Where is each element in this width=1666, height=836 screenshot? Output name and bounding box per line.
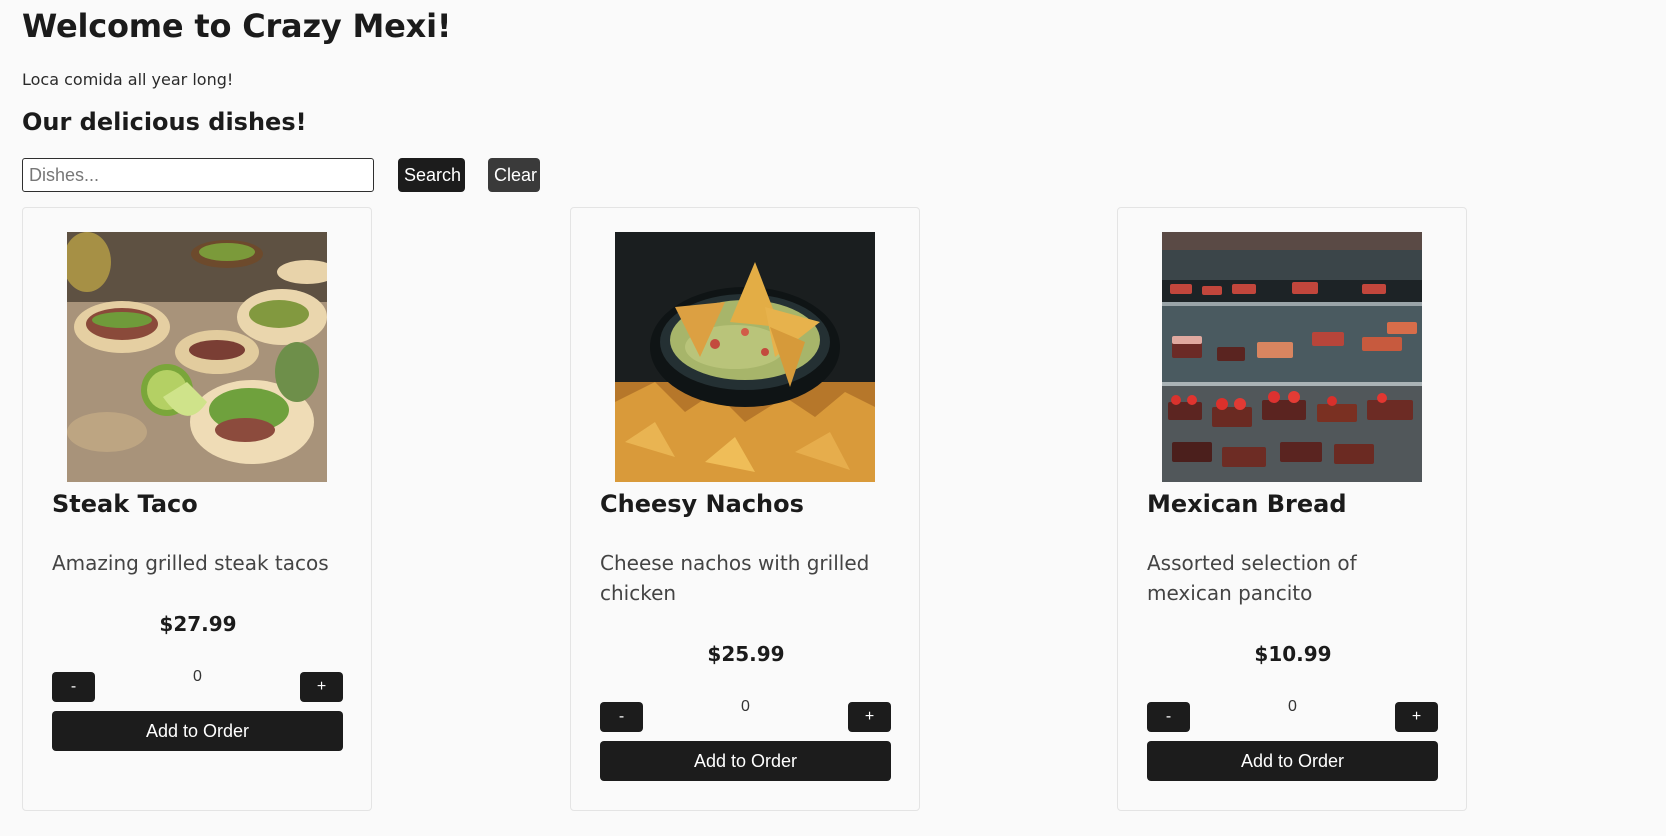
- search-input[interactable]: [22, 158, 374, 192]
- dish-price: $10.99: [1254, 642, 1332, 666]
- section-title: Our delicious dishes!: [22, 108, 307, 136]
- add-to-order-button[interactable]: Add to Order: [1147, 741, 1438, 781]
- dish-description: Amazing grilled steak tacos: [52, 551, 329, 575]
- pastry-display-image: [1162, 232, 1422, 482]
- page-title: Welcome to Crazy Mexi!: [22, 7, 452, 45]
- quantity-value: 0: [193, 668, 202, 685]
- decrease-quantity-button[interactable]: -: [52, 672, 95, 702]
- quantity-stepper: - 0 +: [52, 668, 343, 702]
- decrease-quantity-button[interactable]: -: [1147, 702, 1190, 732]
- dish-description: Cheese nachos with grilled chicken: [600, 551, 870, 605]
- nachos-image: [615, 232, 875, 482]
- tagline: Loca comida all year long!: [22, 70, 234, 89]
- increase-quantity-button[interactable]: +: [300, 672, 343, 702]
- quantity-stepper: - 0 +: [1147, 698, 1438, 732]
- dish-card-cheesy-nachos: Cheesy Nachos Cheese nachos with grilled…: [570, 207, 920, 811]
- dish-name: Mexican Bread: [1147, 490, 1347, 518]
- dish-name: Steak Taco: [52, 490, 198, 518]
- clear-button[interactable]: Clear: [488, 158, 540, 192]
- dish-description: Assorted selection of mexican pancito: [1147, 551, 1357, 605]
- search-button[interactable]: Search: [398, 158, 465, 192]
- dish-card-steak-taco: Steak Taco Amazing grilled steak tacos $…: [22, 207, 372, 811]
- dish-price: $25.99: [707, 642, 785, 666]
- increase-quantity-button[interactable]: +: [848, 702, 891, 732]
- dish-card-mexican-bread: Mexican Bread Assorted selection of mexi…: [1117, 207, 1467, 811]
- dish-price: $27.99: [159, 612, 237, 636]
- quantity-value: 0: [1288, 698, 1297, 715]
- steak-tacos-image: [67, 232, 327, 482]
- add-to-order-button[interactable]: Add to Order: [600, 741, 891, 781]
- decrease-quantity-button[interactable]: -: [600, 702, 643, 732]
- dish-name: Cheesy Nachos: [600, 490, 804, 518]
- quantity-stepper: - 0 +: [600, 698, 891, 732]
- add-to-order-button[interactable]: Add to Order: [52, 711, 343, 751]
- increase-quantity-button[interactable]: +: [1395, 702, 1438, 732]
- quantity-value: 0: [741, 698, 750, 715]
